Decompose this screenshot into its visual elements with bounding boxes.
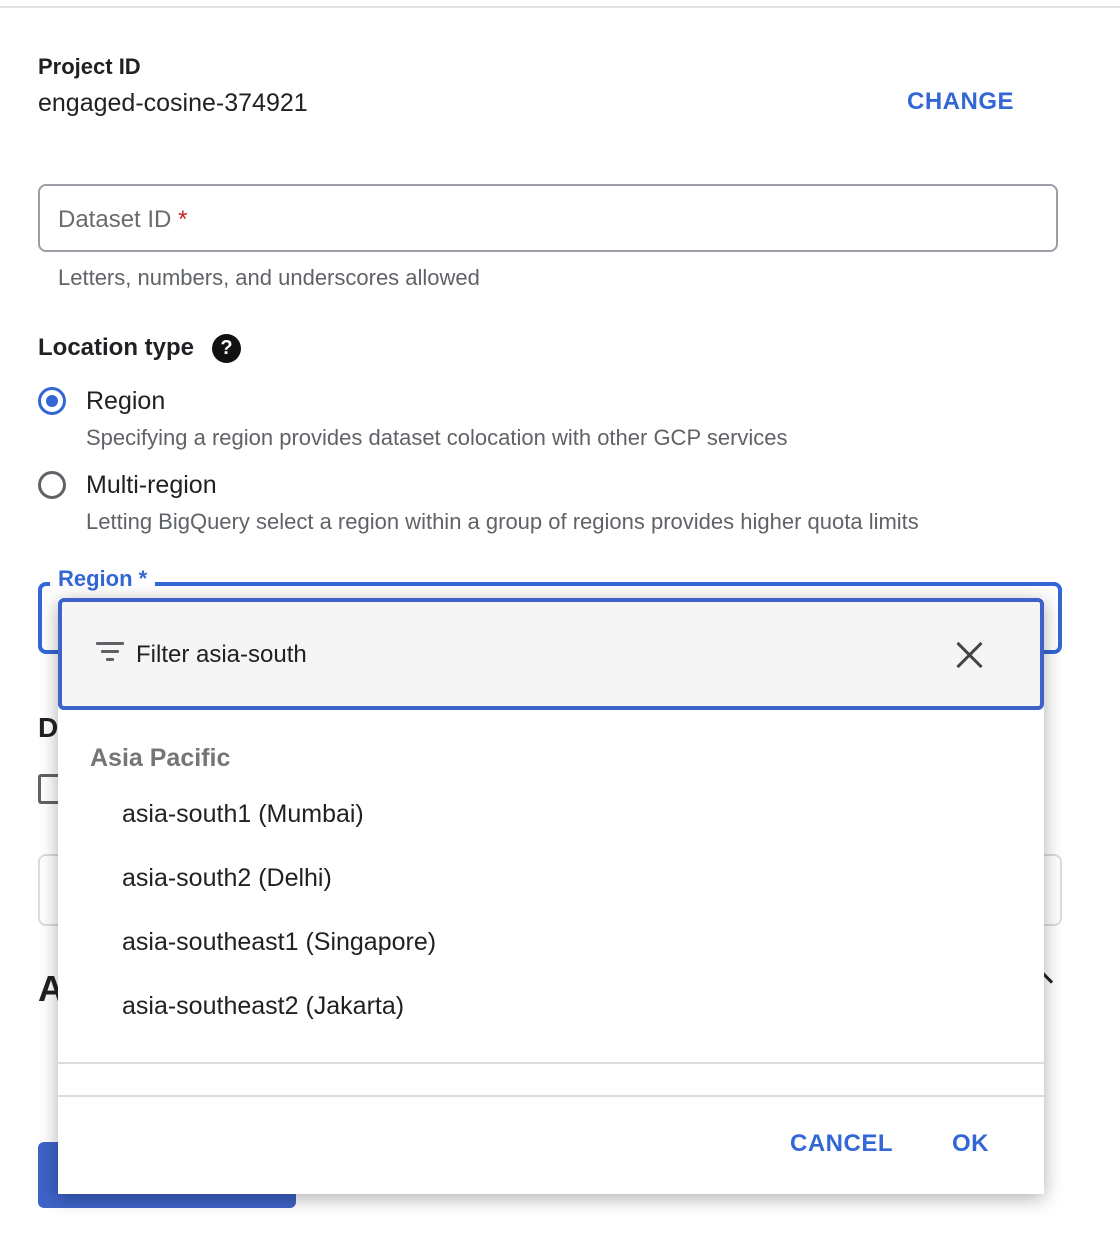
option-label: asia-southeast1 (Singapore): [122, 928, 437, 956]
region-radio[interactable]: [38, 387, 66, 415]
option-label: asia-southeast2 (Jakarta): [122, 992, 405, 1020]
region-option-description: Specifying a region provides dataset col…: [86, 425, 788, 450]
ok-button[interactable]: OK: [952, 1130, 989, 1158]
cancel-button[interactable]: CANCEL: [790, 1130, 893, 1158]
filter-text[interactable]: Filter asia-south: [136, 641, 307, 669]
dataset-id-hint: Letters, numbers, and underscores allowe…: [58, 265, 480, 290]
location-type-title: Location type: [38, 334, 195, 361]
region-field-label: Region *: [50, 566, 156, 592]
list-divider: [58, 1062, 1044, 1064]
change-project-button[interactable]: CHANGE: [907, 88, 1014, 116]
group-label-asia-pacific: Asia Pacific: [90, 744, 231, 772]
filter-icon: [96, 642, 124, 662]
region-dropdown-panel: Filter asia-south Asia Pacific asia-sout…: [58, 598, 1044, 1194]
close-icon[interactable]: [955, 640, 985, 670]
option-asia-southeast1[interactable]: asia-southeast1 (Singapore): [58, 920, 1044, 980]
dataset-id-placeholder: Dataset ID *: [58, 206, 187, 234]
option-label: asia-south2 (Delhi): [122, 864, 332, 892]
required-asterisk: *: [178, 206, 188, 233]
option-label: asia-south1 (Mumbai): [122, 800, 364, 828]
option-asia-southeast2[interactable]: asia-southeast2 (Jakarta): [58, 984, 1044, 1044]
top-divider: [0, 6, 1120, 8]
multi-region-radio[interactable]: [38, 471, 66, 499]
project-id-value: engaged-cosine-374921: [38, 89, 308, 117]
multi-region-option-description: Letting BigQuery select a region within …: [86, 509, 919, 534]
region-option-label[interactable]: Region: [86, 387, 165, 416]
option-asia-south2[interactable]: asia-south2 (Delhi): [58, 856, 1044, 916]
project-id-label: Project ID: [38, 54, 141, 79]
help-circle-icon[interactable]: ?: [212, 334, 241, 363]
multi-region-option-label[interactable]: Multi-region: [86, 471, 217, 500]
filter-input[interactable]: Filter asia-south: [58, 598, 1044, 710]
option-asia-south1[interactable]: asia-south1 (Mumbai): [58, 792, 1044, 852]
dataset-id-input[interactable]: Dataset ID *: [38, 184, 1058, 252]
obscured-section-heading: D: [38, 712, 59, 743]
actions-divider: [58, 1095, 1044, 1097]
dataset-id-placeholder-text: Dataset ID: [58, 206, 172, 233]
